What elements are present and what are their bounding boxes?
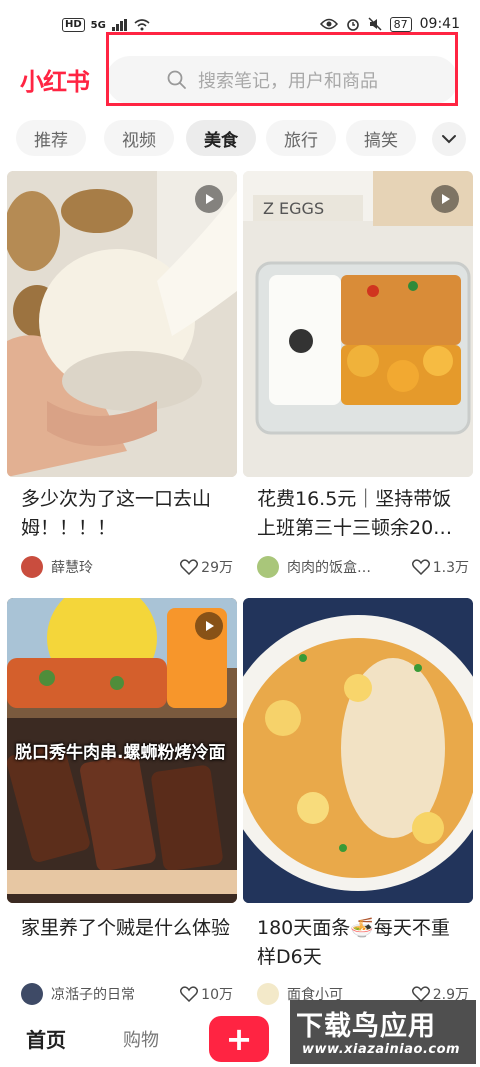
food-photo [7, 171, 237, 477]
nav-shop[interactable]: 购物 [123, 1026, 159, 1052]
tab-travel[interactable]: 旅行 [266, 120, 336, 156]
card-meta: 薛慧玲 29万 [21, 554, 233, 580]
svg-text:Z EGGS: Z EGGS [263, 199, 324, 218]
avatar[interactable] [21, 556, 43, 578]
card-meta: 肉肉的饭盒… 1.3万 [257, 554, 469, 580]
status-right: 87 09:41 [319, 16, 460, 32]
battery-indicator: 87 [389, 16, 412, 32]
signal-icon [111, 19, 127, 31]
card-image[interactable] [243, 598, 473, 903]
like-button[interactable]: 1.3万 [411, 557, 469, 577]
watermark-url: www.xiazainiao.com [302, 1042, 461, 1057]
card-title: 家里养了个贼是什么体验 [21, 917, 231, 939]
clock: 09:41 [419, 16, 460, 32]
feed-card[interactable]: 180天面条🍜每天不重样D6天 面食小可 2.9万 [243, 598, 473, 1008]
like-button[interactable]: 29万 [180, 557, 233, 577]
search-icon [167, 70, 186, 89]
card-image[interactable]: Z EGGS [243, 171, 473, 477]
plus-icon: + [225, 1020, 253, 1058]
avatar[interactable] [257, 556, 279, 578]
author-name[interactable]: 肉肉的饭盒… [287, 557, 412, 577]
video-badge-icon [195, 185, 223, 213]
status-left: HD 5G [62, 18, 150, 32]
wifi-icon [134, 19, 150, 31]
like-button[interactable]: 10万 [180, 984, 233, 1004]
avatar[interactable] [257, 983, 279, 1005]
watermark: 下载鸟应用 www.xiazainiao.com [290, 1000, 476, 1064]
card-image[interactable]: 脱口秀牛肉串.螺蛳粉烤冷面 [7, 598, 237, 903]
feed-card[interactable]: 脱口秀牛肉串.螺蛳粉烤冷面 家里养了个贼是什么体验 凉湉子的日常 10万 [7, 598, 237, 1008]
network-type: 5G [90, 19, 106, 31]
watermark-text: 下载鸟应用 [296, 1011, 436, 1042]
image-caption: 脱口秀牛肉串.螺蛳粉烤冷面 [15, 743, 226, 763]
header: 小红书 搜索笔记，用户和商品 [0, 32, 480, 110]
tab-video[interactable]: 视频 [104, 120, 174, 156]
eye-icon [319, 18, 338, 30]
video-badge-icon [431, 185, 459, 213]
tab-food[interactable]: 美食 [186, 120, 256, 156]
like-count: 29万 [201, 560, 233, 576]
heart-icon [411, 559, 430, 575]
hd-badge: HD [62, 18, 85, 32]
tab-funny[interactable]: 搞笑 [346, 120, 416, 156]
tab-recommend[interactable]: 推荐 [16, 120, 86, 156]
app-logo[interactable]: 小红书 [20, 62, 90, 97]
chevron-down-icon [442, 135, 456, 144]
avatar[interactable] [21, 983, 43, 1005]
card-title: 180天面条🍜每天不重样D6天 [257, 917, 450, 968]
alarm-icon [346, 19, 359, 31]
card-meta: 凉湉子的日常 10万 [21, 981, 233, 1007]
food-photo [243, 598, 473, 903]
search-bar[interactable]: 搜索笔记，用户和商品 [106, 56, 458, 104]
video-badge-icon [195, 612, 223, 640]
heart-icon [180, 559, 199, 575]
tabs-expand-button[interactable] [432, 122, 466, 156]
status-bar: HD 5G 87 09:41 [0, 0, 480, 46]
author-name[interactable]: 薛慧玲 [51, 557, 180, 577]
mute-icon [368, 17, 382, 31]
nav-home[interactable]: 首页 [26, 1024, 66, 1053]
like-count: 1.3万 [432, 560, 469, 576]
card-title: 多少次为了这一口去山姆！！！！ [21, 488, 212, 539]
card-image[interactable] [7, 171, 237, 477]
card-title: 花费16.5元｜坚持带饭上班第三十三顿余20… [257, 488, 453, 539]
feed-card[interactable]: Z EGGS 花费16.5元｜坚持带饭上班第三十三顿余20… 肉肉的饭盒… 1.… [243, 171, 473, 586]
feed-card[interactable]: 多少次为了这一口去山姆！！！！ 薛慧玲 29万 [7, 171, 237, 586]
search-placeholder: 搜索笔记，用户和商品 [198, 71, 378, 92]
heart-icon [180, 986, 199, 1002]
category-tabs: 推荐 视频 美食 旅行 搞笑 [0, 118, 480, 160]
like-count: 10万 [201, 987, 233, 1003]
author-name[interactable]: 凉湉子的日常 [51, 984, 180, 1004]
food-photo: Z EGGS [243, 171, 473, 477]
add-post-button[interactable]: + [209, 1016, 269, 1062]
